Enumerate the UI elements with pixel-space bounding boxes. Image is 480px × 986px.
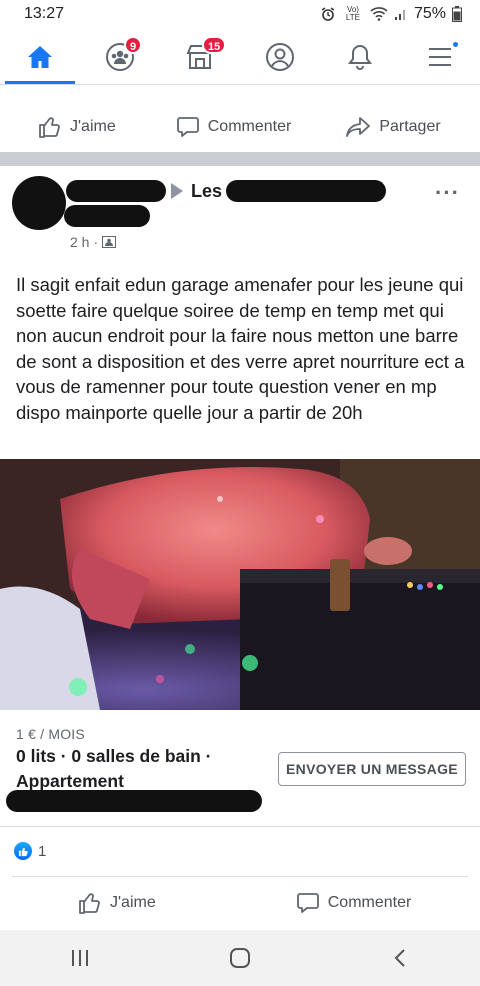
post-meta: 2 h · xyxy=(70,234,117,250)
signal-icon xyxy=(394,10,405,20)
network-label: Vo) LTE xyxy=(345,5,360,22)
location-redacted xyxy=(6,790,262,812)
listing-price: 1 € / MOIS xyxy=(16,726,85,742)
author-avatar[interactable] xyxy=(12,176,66,230)
share-label: Partager xyxy=(379,118,441,135)
back-icon xyxy=(394,949,405,967)
battery-percent: 75% xyxy=(413,5,446,22)
tab-marketplace[interactable]: 15 xyxy=(160,30,240,84)
menu-notification-dot xyxy=(451,40,460,49)
group-audience-icon xyxy=(102,236,117,248)
menu-icon xyxy=(429,48,451,66)
tab-groups[interactable]: 9 xyxy=(80,30,160,84)
comment-icon xyxy=(176,117,199,137)
post-body: Il sagit enfait edun garage amenafer pou… xyxy=(16,274,465,423)
top-nav: 9 15 xyxy=(0,30,480,84)
marketplace-badge: 15 xyxy=(202,36,227,54)
recent-apps-icon xyxy=(72,950,88,966)
divider xyxy=(0,84,480,85)
comment-button[interactable]: Commenter xyxy=(176,115,292,139)
bell-icon xyxy=(348,44,372,70)
author-name-redacted[interactable] xyxy=(66,180,166,202)
group-name[interactable]: Les xyxy=(191,181,222,202)
group-name-redacted-2[interactable] xyxy=(64,205,150,227)
share-button[interactable]: Partager xyxy=(345,115,441,139)
home-circle-icon xyxy=(230,948,250,968)
like-button[interactable]: J'aime xyxy=(38,115,116,139)
post-actions: J'aime Commenter xyxy=(0,874,480,932)
status-time: 13:27 xyxy=(24,5,65,22)
group-name-redacted[interactable] xyxy=(226,180,386,202)
battery-icon xyxy=(452,6,462,22)
alarm-icon xyxy=(321,7,335,21)
like-label: J'aime xyxy=(70,118,116,135)
tab-profile[interactable] xyxy=(240,30,320,84)
post-like-label: J'aime xyxy=(110,894,156,911)
divider xyxy=(0,826,480,827)
party-room-image xyxy=(0,459,480,710)
feed-separator xyxy=(0,152,480,166)
groups-badge: 9 xyxy=(124,36,143,54)
like-reaction-icon xyxy=(14,842,32,860)
share-icon xyxy=(346,117,371,137)
system-nav-bar xyxy=(0,930,480,986)
comment-label: Commenter xyxy=(207,118,292,135)
post-photo[interactable] xyxy=(0,459,480,710)
reaction-count: 1 xyxy=(38,842,47,860)
post-comment-button[interactable]: Commenter xyxy=(296,891,412,915)
prev-post-actions: J'aime Commenter Partager xyxy=(0,96,480,158)
post-time[interactable]: 2 h xyxy=(70,234,89,250)
tab-home[interactable] xyxy=(0,30,80,84)
back-button[interactable] xyxy=(320,948,480,968)
recent-apps-button[interactable] xyxy=(0,949,160,967)
profile-icon xyxy=(266,43,294,71)
arrow-icon xyxy=(171,183,183,199)
tab-notifications[interactable] xyxy=(320,30,400,84)
thumbs-up-icon xyxy=(39,117,60,138)
reactions-summary[interactable]: 1 xyxy=(14,842,46,860)
wifi-icon xyxy=(370,7,388,21)
status-icons: Vo) LTE 75% xyxy=(320,5,462,23)
more-options-icon[interactable]: ··· xyxy=(435,180,460,206)
post-comment-label: Commenter xyxy=(327,894,412,911)
tab-menu[interactable] xyxy=(400,30,480,84)
send-message-button[interactable]: ENVOYER UN MESSAGE xyxy=(278,752,466,786)
thumbs-up-icon xyxy=(79,893,100,914)
home-icon xyxy=(28,46,52,68)
post-like-button[interactable]: J'aime xyxy=(78,891,156,915)
home-button[interactable] xyxy=(160,947,320,969)
comment-icon xyxy=(296,893,319,913)
listing-details: 0 lits · 0 salles de bain · Appartement xyxy=(16,746,212,791)
status-bar: 13:27 Vo) LTE 75% xyxy=(0,0,480,30)
